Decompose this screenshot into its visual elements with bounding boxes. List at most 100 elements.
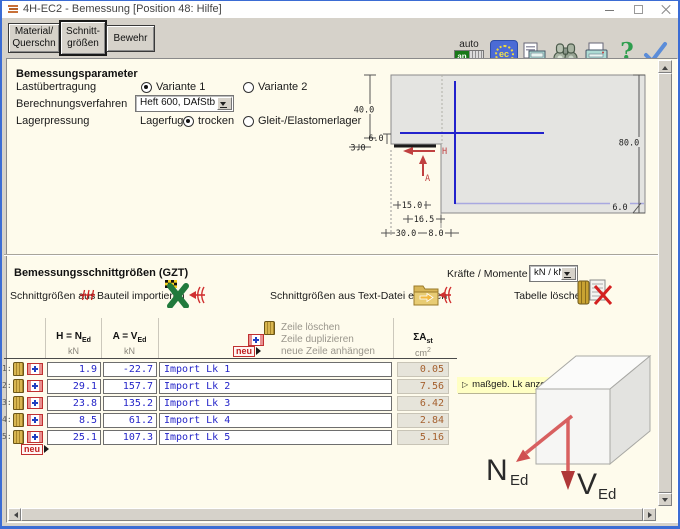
append-row-button[interactable]: neu (21, 444, 43, 455)
h-ned-field[interactable]: 8.5 (47, 413, 101, 428)
variant2-label: Variante 2 (258, 81, 307, 93)
delete-row-icon[interactable] (13, 362, 24, 376)
minimize-button[interactable] (598, 1, 622, 17)
tab-label: Material/ (9, 26, 59, 38)
legend-append-label: neue Zeile anhängen (281, 346, 375, 357)
loadcase-name-field[interactable]: Import Lk 4 (159, 413, 392, 428)
col-h-header: H = NEd (47, 331, 100, 344)
scroll-left-button[interactable] (8, 508, 21, 521)
dropdown-arrow-icon[interactable] (217, 97, 232, 110)
row-number: 5: (2, 432, 11, 441)
horizontal-scrollbar[interactable] (8, 508, 656, 521)
sum-header: ΣAst (397, 332, 449, 345)
vertical-scrollbar[interactable] (658, 60, 672, 506)
delete-row-icon[interactable] (13, 379, 24, 393)
h-ned-field[interactable]: 1.9 (47, 362, 101, 377)
app-icon (7, 4, 19, 15)
tab-label: Querschn (9, 38, 59, 50)
loadcase-name-field[interactable]: Import Lk 1 (159, 362, 392, 377)
scroll-right-button[interactable] (643, 508, 656, 521)
a-ved-field[interactable]: 107.3 (103, 430, 157, 445)
scroll-down-button[interactable] (658, 493, 672, 506)
delete-row-icon[interactable] (13, 430, 24, 444)
duplicate-row-icon[interactable] (27, 363, 43, 375)
arrow-a-label: A (425, 174, 430, 184)
variant2-radio[interactable] (243, 82, 254, 93)
dim-3: 3.0 (350, 144, 365, 154)
v-ed-label: V (577, 468, 597, 501)
legend-delete-label: Zeile löschen (281, 322, 340, 333)
dim-6b: 6.0 (612, 203, 627, 213)
horizontal-scroll-thumb[interactable] (21, 508, 643, 521)
method-value: Heft 600, DAfStb (140, 97, 215, 108)
loadcase-name-field[interactable]: Import Lk 2 (159, 379, 392, 394)
duplicate-row-icon[interactable] (27, 414, 43, 426)
variant1-radio[interactable] (141, 82, 152, 93)
app-window: 4H-EC2 - Bemessung [Position 48: Hilfe] … (2, 1, 678, 526)
sum-ast-value: 6.42 (397, 396, 449, 411)
duplicate-row-icon[interactable] (27, 431, 43, 443)
sum-ast-value: 5.16 (397, 430, 449, 445)
arrow-h-label: H (442, 147, 447, 157)
a-ved-field[interactable]: -22.7 (103, 362, 157, 377)
row-number: 2: (2, 381, 11, 390)
delete-row-icon[interactable] (13, 413, 24, 427)
variant1-label: Variante 1 (156, 81, 205, 93)
column-divider (393, 318, 394, 358)
sum-ast-value: 7.56 (397, 379, 449, 394)
tab-label: größen (61, 38, 105, 50)
duplicate-row-icon[interactable] (27, 380, 43, 392)
units-select[interactable]: kN / kNm (529, 265, 578, 282)
forces-heading: Bemessungsschnittgrößen (GZT) (14, 267, 188, 279)
table-row: 3: 23.8 135.2 Import Lk 3 6.42 (2, 396, 462, 411)
tab-schnittgroessen[interactable]: Schnitt- größen (59, 20, 107, 56)
dim-30: 30.0 (396, 229, 416, 239)
bearing-elastomer-radio[interactable] (243, 116, 254, 127)
legend-duplicate-label: Zeile duplizieren (281, 334, 354, 345)
dropdown-arrow-icon[interactable] (561, 267, 576, 280)
4h-logo-icon (80, 289, 95, 301)
duplicate-row-icon[interactable] (27, 397, 43, 409)
append-arrow-icon (256, 347, 265, 355)
n-ed-label: N (486, 454, 508, 487)
bearing-dry-radio[interactable] (183, 116, 194, 127)
a-ved-field[interactable]: 135.2 (103, 396, 157, 411)
method-select[interactable]: Heft 600, DAfStb (135, 95, 234, 112)
read-text-file-button[interactable] (412, 280, 452, 308)
section-separator (4, 254, 658, 256)
dim-165: 16.5 (414, 215, 434, 225)
scroll-up-button[interactable] (658, 60, 672, 73)
append-arrow-icon (44, 445, 53, 453)
close-button[interactable] (654, 1, 678, 17)
sum-ast-value: 0.05 (397, 362, 449, 377)
column-divider (101, 318, 102, 358)
h-ned-field[interactable]: 23.8 (47, 396, 101, 411)
column-divider (45, 318, 46, 358)
loadcase-name-field[interactable]: Import Lk 3 (159, 396, 392, 411)
dim-8: 8.0 (428, 229, 443, 239)
a-ved-field[interactable]: 157.7 (103, 379, 157, 394)
clear-table-button[interactable] (575, 278, 615, 308)
delete-row-legend-icon (264, 321, 275, 335)
loadcase-name-field[interactable]: Import Lk 5 (159, 430, 392, 445)
a-ved-field[interactable]: 61.2 (103, 413, 157, 428)
import-from-excel-button[interactable] (164, 280, 206, 308)
h-ned-field[interactable]: 29.1 (47, 379, 101, 394)
tab-bewehrung[interactable]: Bewehr (106, 25, 155, 52)
h-ned-field[interactable]: 25.1 (47, 430, 101, 445)
row-number: 1: (2, 364, 11, 373)
duplicate-row-legend-icon (248, 334, 264, 346)
sum-ast-value: 2.84 (397, 413, 449, 428)
delete-row-icon[interactable] (13, 396, 24, 410)
window-title: 4H-EC2 - Bemessung [Position 48: Hilfe] (23, 3, 222, 15)
table-row: 1: 1.9 -22.7 Import Lk 1 0.05 (2, 362, 462, 377)
geometry-drawing: 40.0 6.0 3.0 80.0 15.0 16.5 30.0 8.0 (347, 63, 659, 249)
vertical-scroll-thumb[interactable] (658, 73, 672, 493)
maximize-button[interactable] (626, 1, 650, 17)
dim-6a: 6.0 (368, 134, 383, 144)
auto-label: auto (453, 39, 485, 50)
bearing-elastomer-label: Gleit-/Elastomerlager (258, 115, 361, 127)
tab-label: Schnitt- (61, 26, 105, 38)
tab-material-querschnitt[interactable]: Material/ Querschn (8, 23, 60, 53)
load-transfer-label: Lastübertragung (16, 81, 96, 93)
